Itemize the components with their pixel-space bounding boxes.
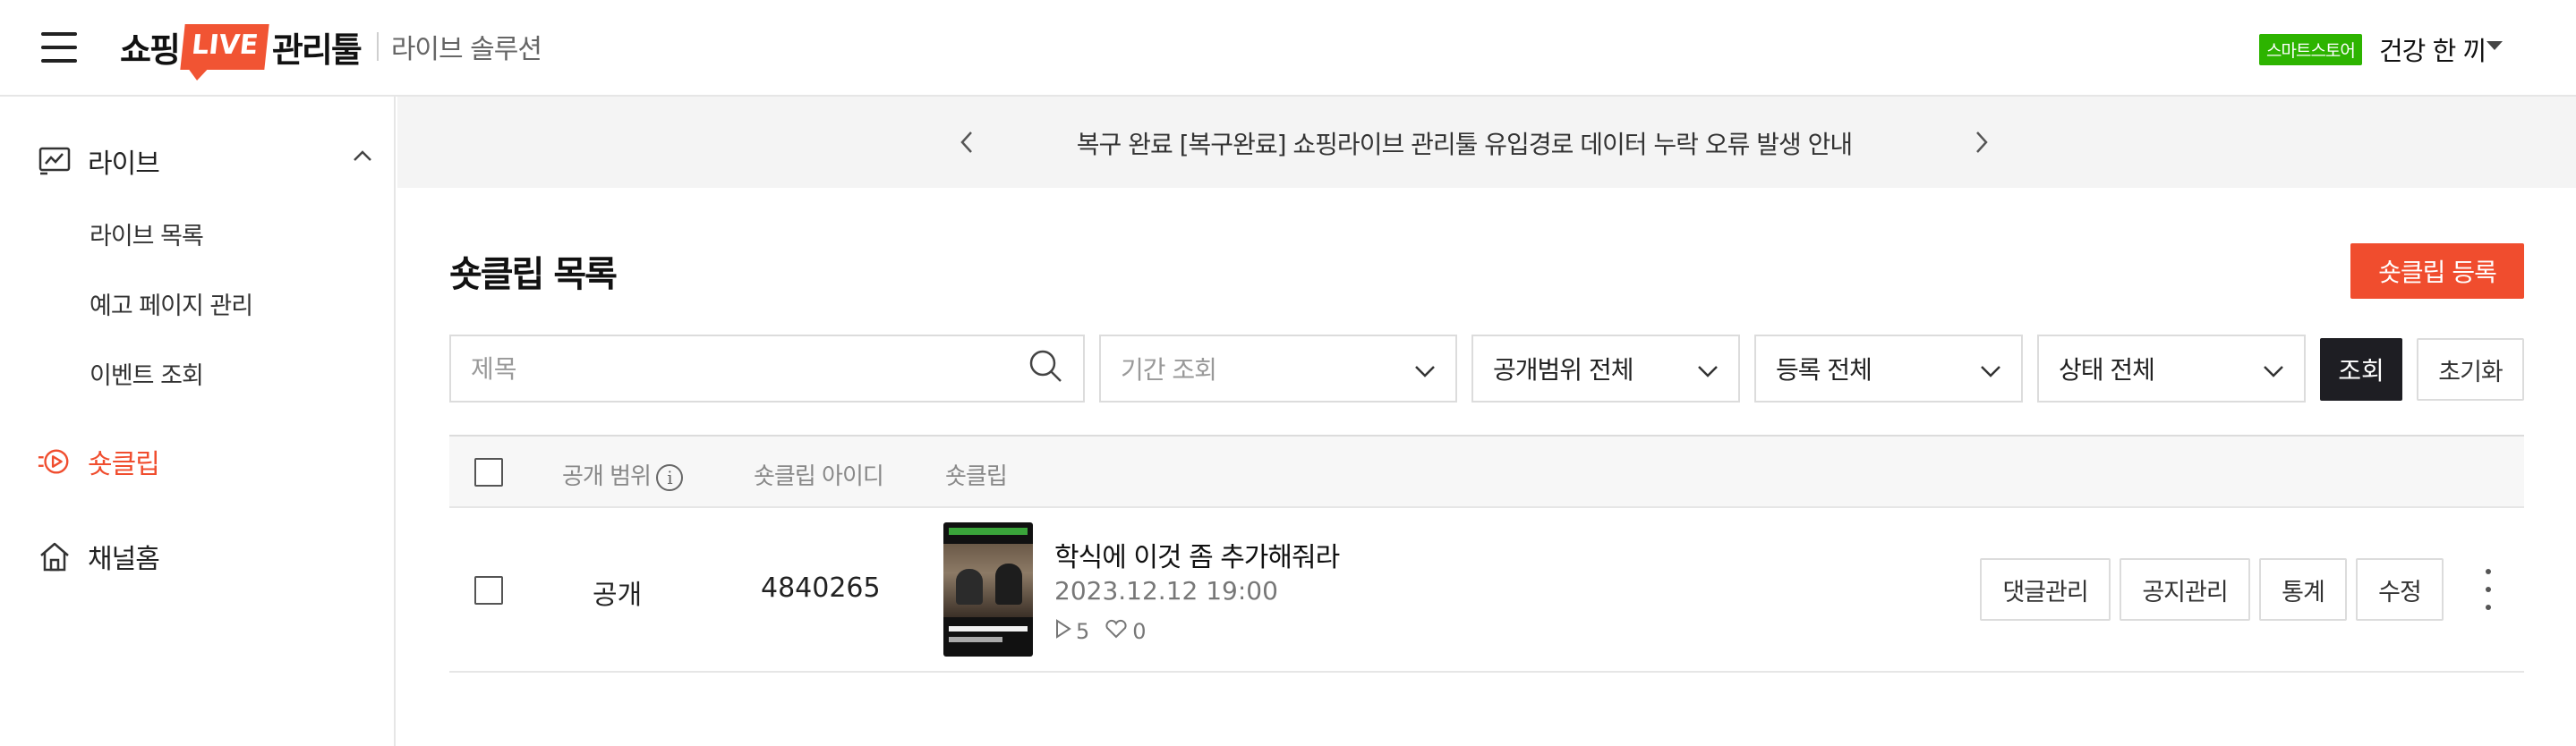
- top-header: 쇼핑 LIVE 관리툴 라이브 솔루션 스마트스토어 건강 한 끼: [0, 0, 2576, 97]
- clip-title[interactable]: 학식에 이것 좀 추가해줘라: [1054, 535, 1340, 574]
- period-select[interactable]: 기간 조회: [1099, 335, 1457, 403]
- main-content: 복구 완료 [복구완료] 쇼핑라이브 관리툴 유입경로 데이터 누락 오류 발생…: [397, 97, 2576, 746]
- heart-icon: [1104, 619, 1132, 644]
- logo-subtitle: 라이브 솔루션: [390, 34, 542, 65]
- register-shortclip-button[interactable]: 숏클립 등록: [2350, 243, 2524, 299]
- select-all-checkbox[interactable]: [474, 458, 503, 487]
- sidebar-item-label: 숏클립: [88, 449, 160, 480]
- reset-button[interactable]: 초기화: [2417, 338, 2524, 401]
- chart-monitor-icon: [38, 144, 72, 178]
- shopping-live-logo[interactable]: 쇼핑 LIVE 관리툴 라이브 솔루션: [120, 20, 542, 73]
- chevron-down-icon: [2263, 354, 2284, 384]
- notice-banner: 복구 완료 [복구완료] 쇼핑라이브 관리툴 유입경로 데이터 누락 오류 발생…: [397, 97, 2576, 188]
- logo-divider: [376, 32, 379, 61]
- like-count: 0: [1104, 619, 1147, 644]
- status-select[interactable]: 상태 전체: [2037, 335, 2306, 403]
- clip-date: 2023.12.12 19:00: [1054, 576, 1278, 606]
- column-header-id: 숏클립 아이디: [754, 463, 884, 490]
- scope-select-value: 공개범위 전체: [1493, 355, 1633, 385]
- like-count-value: 0: [1132, 619, 1147, 644]
- query-button[interactable]: 조회: [2320, 338, 2402, 401]
- chevron-down-icon: [1414, 354, 1436, 384]
- registration-select[interactable]: 등록 전체: [1754, 335, 2023, 403]
- sidebar-subitem-preview-page[interactable]: 예고 페이지 관리: [90, 286, 253, 321]
- more-options-icon[interactable]: [2478, 569, 2499, 610]
- notice-text[interactable]: 복구 완료 [복구완료] 쇼핑라이브 관리툴 유입경로 데이터 누락 오류 발생…: [397, 125, 2576, 161]
- comment-manage-button[interactable]: 댓글관리: [1980, 558, 2111, 621]
- play-count: 5: [1054, 619, 1089, 644]
- sidebar: 라이브 라이브 목록 예고 페이지 관리 이벤트 조회 숏클립 채널홈: [0, 97, 396, 746]
- period-select-value: 기간 조회: [1121, 355, 1217, 385]
- sidebar-item-shortclip[interactable]: 숏클립: [38, 442, 160, 481]
- play-icon: [1054, 619, 1076, 644]
- column-header-scope: 공개 범위 i: [562, 458, 683, 491]
- logo-tool-text: 관리툴: [271, 30, 363, 70]
- column-header-label: 공개 범위: [562, 463, 652, 490]
- registration-select-value: 등록 전체: [1776, 355, 1872, 385]
- play-circle-icon: [38, 445, 72, 479]
- home-icon: [38, 539, 72, 573]
- info-icon[interactable]: i: [655, 463, 683, 491]
- chevron-down-icon: [1980, 354, 2001, 384]
- chevron-down-icon: [1697, 354, 1719, 384]
- smartstore-badge: 스마트스토어: [2259, 34, 2362, 65]
- play-count-value: 5: [1076, 619, 1090, 644]
- row-scope: 공개: [593, 580, 643, 611]
- search-input[interactable]: [471, 353, 1028, 384]
- page-title: 숏클립 목록: [449, 254, 618, 295]
- logo-shop-text: 쇼핑: [120, 30, 181, 70]
- sidebar-subitem-event-lookup[interactable]: 이벤트 조회: [90, 356, 204, 391]
- stats-button[interactable]: 통계: [2259, 558, 2347, 621]
- sidebar-item-channel-home[interactable]: 채널홈: [38, 537, 160, 576]
- chevron-right-icon[interactable]: [1975, 131, 1989, 157]
- caret-down-icon[interactable]: [2486, 41, 2503, 50]
- sidebar-item-live[interactable]: 라이브: [38, 141, 160, 181]
- menu-icon[interactable]: [41, 32, 77, 63]
- table-row: 공개 4840265 학식에 이것 좀 추가해줘라 2023.12.12 19:…: [449, 508, 2524, 673]
- column-header-shortclip: 숏클립: [945, 463, 1008, 490]
- row-clip-id: 4840265: [761, 572, 881, 604]
- chevron-up-icon[interactable]: [353, 148, 372, 165]
- table-header: 공개 범위 i 숏클립 아이디 숏클립: [449, 435, 2524, 508]
- edit-button[interactable]: 수정: [2356, 558, 2444, 621]
- search-field[interactable]: [449, 335, 1085, 403]
- row-checkbox[interactable]: [474, 576, 503, 605]
- search-icon[interactable]: [1028, 348, 1063, 390]
- notice-manage-button[interactable]: 공지관리: [2120, 558, 2250, 621]
- sidebar-item-label: 라이브: [88, 148, 160, 180]
- clip-stats: 5 0: [1054, 619, 1161, 644]
- clip-thumbnail[interactable]: [943, 522, 1033, 657]
- sidebar-subitem-live-list[interactable]: 라이브 목록: [90, 216, 204, 251]
- logo-live-badge: LIVE: [180, 23, 269, 70]
- status-select-value: 상태 전체: [2059, 355, 2155, 385]
- scope-select[interactable]: 공개범위 전체: [1471, 335, 1740, 403]
- store-name[interactable]: 건강 한 끼: [2379, 30, 2486, 68]
- sidebar-item-label: 채널홈: [88, 544, 160, 575]
